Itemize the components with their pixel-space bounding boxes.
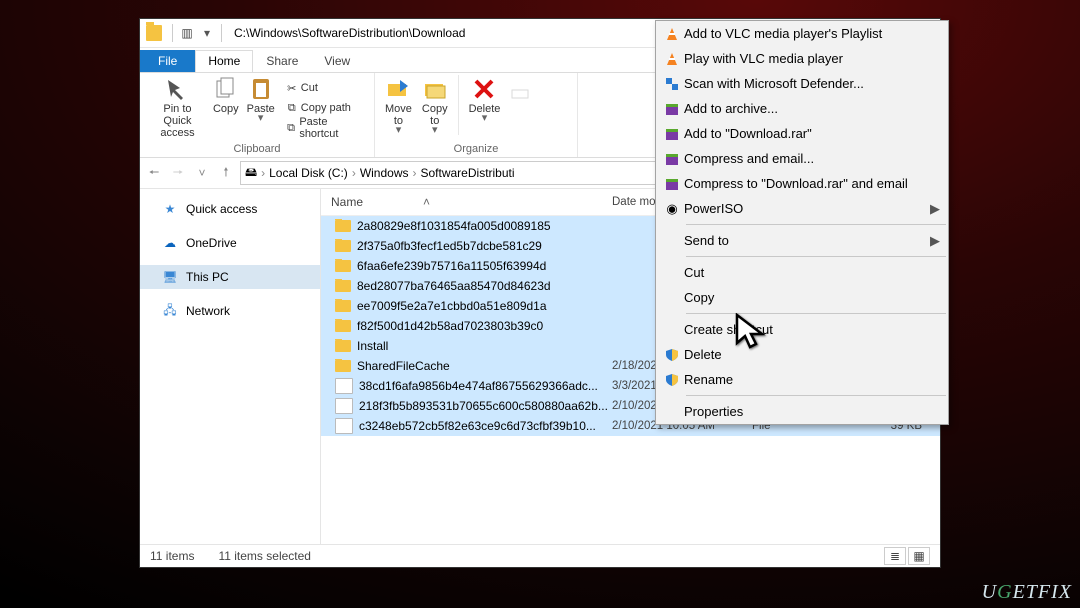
folder-icon [335, 240, 351, 252]
drive-icon: 🖴 [245, 163, 257, 184]
ctx-rename[interactable]: Rename [656, 367, 948, 392]
monitor-icon: 🖥 [162, 269, 178, 285]
file-icon [335, 378, 353, 394]
folder-icon [335, 340, 351, 352]
disc-icon: ◉ [660, 201, 684, 217]
copy-to-button[interactable]: Copy to▾ [418, 75, 452, 133]
ctx-compress-download-email[interactable]: Compress to "Download.rar" and email [656, 171, 948, 196]
view-details-button[interactable]: ≣ [884, 547, 906, 565]
winrar-icon [660, 152, 684, 166]
tab-home[interactable]: Home [195, 50, 253, 72]
recent-caret-icon[interactable]: ˅ [192, 166, 212, 180]
move-to-button[interactable]: Move to▾ [381, 75, 416, 133]
pin-quick-access-button[interactable]: Pin to Quick access [146, 75, 209, 139]
ctx-defender[interactable]: Scan with Microsoft Defender... [656, 71, 948, 96]
nav-network[interactable]: 🖧 Network [140, 299, 320, 323]
vlc-icon [660, 27, 684, 41]
status-bar: 11 items 11 items selected ≣ ▦ [140, 544, 940, 567]
file-icon [335, 398, 353, 414]
network-icon: 🖧 [162, 303, 178, 319]
ctx-poweriso[interactable]: ◉PowerISO▶ [656, 196, 948, 221]
sort-caret-icon: ˄ [423, 195, 430, 209]
winrar-icon [660, 102, 684, 116]
file-icon [335, 418, 353, 434]
tab-share[interactable]: Share [253, 50, 311, 72]
copy-button[interactable]: Copy [209, 75, 243, 115]
ctx-cut[interactable]: Cut [656, 260, 948, 285]
ctx-send-to[interactable]: Send to▶ [656, 228, 948, 253]
view-icons-button[interactable]: ▦ [908, 547, 930, 565]
folder-icon [335, 320, 351, 332]
back-button[interactable]: 🠔 [144, 163, 164, 184]
folder-icon [335, 360, 351, 372]
ctx-create-shortcut[interactable]: Create shortcut [656, 317, 948, 342]
ctx-add-archive[interactable]: Add to archive... [656, 96, 948, 121]
status-count: 11 items [150, 549, 194, 563]
ctx-properties[interactable]: Properties [656, 399, 948, 424]
folder-icon [335, 300, 351, 312]
copy-path-button[interactable]: ⧉Copy path [279, 99, 368, 117]
status-selected: 11 items selected [218, 549, 311, 563]
ctx-delete[interactable]: Delete [656, 342, 948, 367]
context-menu: Add to VLC media player's Playlist Play … [655, 20, 949, 425]
delete-button[interactable]: Delete▾ [465, 75, 505, 121]
folder-icon [335, 260, 351, 272]
cut-button[interactable]: ✂Cut [279, 79, 368, 97]
ctx-copy[interactable]: Copy [656, 285, 948, 310]
ctx-vlc-playlist[interactable]: Add to VLC media player's Playlist [656, 21, 948, 46]
folder-icon [146, 25, 162, 41]
paste-button[interactable]: Paste ▾ [243, 75, 279, 121]
tab-file[interactable]: File [140, 50, 195, 72]
winrar-icon [660, 177, 684, 191]
quick-access-toolbar[interactable]: ▥ [177, 26, 197, 40]
nav-onedrive[interactable]: ☁ OneDrive [140, 231, 320, 255]
ctx-vlc-play[interactable]: Play with VLC media player [656, 46, 948, 71]
ctx-compress-email[interactable]: Compress and email... [656, 146, 948, 171]
submenu-arrow-icon: ▶ [930, 201, 940, 217]
nav-quick-access[interactable]: ★ Quick access [140, 197, 320, 221]
up-button[interactable]: 🠕 [216, 163, 236, 184]
submenu-arrow-icon: ▶ [930, 233, 940, 249]
folder-icon [335, 280, 351, 292]
navigation-pane: ★ Quick access ☁ OneDrive 🖥 This PC 🖧 Ne… [140, 189, 321, 544]
rename-button[interactable] [506, 75, 536, 103]
group-organize-label: Organize [381, 143, 571, 157]
folder-icon [335, 220, 351, 232]
tab-view[interactable]: View [311, 50, 363, 72]
vlc-icon [660, 52, 684, 66]
watermark: UGETFIX [982, 581, 1072, 604]
forward-button[interactable]: 🠖 [168, 163, 188, 184]
cloud-icon: ☁ [162, 235, 178, 251]
shield-icon [660, 348, 684, 362]
window-title: C:\Windows\SoftwareDistribution\Download [234, 26, 465, 40]
paste-shortcut-button[interactable]: ⧉Paste shortcut [279, 119, 368, 137]
mouse-cursor [735, 313, 769, 356]
winrar-icon [660, 127, 684, 141]
ctx-add-download-rar[interactable]: Add to "Download.rar" [656, 121, 948, 146]
star-icon: ★ [162, 201, 178, 217]
qat-caret-icon[interactable]: ▾ [197, 26, 217, 40]
defender-icon [660, 77, 684, 91]
group-clipboard-label: Clipboard [146, 143, 368, 157]
nav-this-pc[interactable]: 🖥 This PC [140, 265, 320, 289]
shield-icon [660, 373, 684, 387]
